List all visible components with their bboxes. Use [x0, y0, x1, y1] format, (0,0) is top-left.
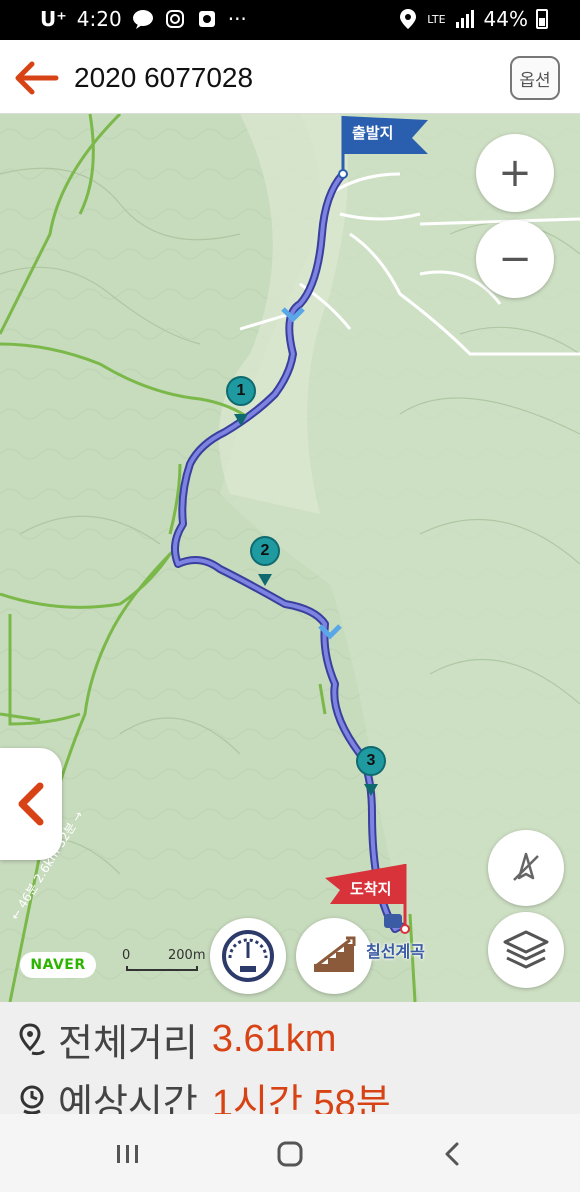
location-icon: [397, 8, 419, 30]
waypoint-marker[interactable]: 3: [356, 746, 386, 776]
clock: 4:20: [76, 7, 122, 31]
zoom-out-button[interactable]: −: [476, 220, 554, 298]
elevation-icon: [314, 936, 356, 972]
route-info-panel: 전체거리 3.61km 예상시간 1시간 58분: [0, 1002, 580, 1125]
route-pin-icon: [19, 1022, 46, 1055]
back-icon: [445, 1142, 459, 1166]
system-nav-bar: [0, 1114, 580, 1192]
elevation-button[interactable]: [296, 918, 372, 994]
recent-apps-icon: [117, 1145, 138, 1163]
app-header: 2020 6077028 옵션: [0, 40, 580, 114]
home-button[interactable]: [270, 1134, 310, 1174]
naver-logo: NAVER: [20, 952, 96, 978]
home-icon: [277, 1141, 303, 1167]
map-layers-button[interactable]: [488, 912, 564, 988]
compass-off-icon: [513, 852, 539, 881]
map-scale: 0 200m: [120, 948, 206, 974]
clock-icon: [20, 1085, 44, 1114]
network-type: LTE: [427, 12, 446, 26]
end-label: 도착지: [350, 880, 392, 898]
recent-apps-button[interactable]: [108, 1134, 148, 1174]
location-tracking-button[interactable]: [488, 830, 564, 906]
signal-icon: [454, 8, 476, 30]
app-icon: [196, 8, 218, 30]
waypoint-marker[interactable]: 2: [250, 536, 280, 566]
place-label: 칠선계곡: [366, 942, 425, 961]
distance-row: 전체거리 3.61km: [18, 1012, 336, 1067]
layers-icon: [503, 930, 549, 969]
battery-icon: [536, 9, 548, 29]
route-title: 2020 6077028: [74, 62, 254, 93]
pace-button[interactable]: [210, 918, 286, 994]
carrier-label: U⁺: [40, 7, 67, 31]
scale-distance: 200m: [168, 948, 206, 963]
zoom-in-button[interactable]: +: [476, 134, 554, 212]
back-arrow-icon[interactable]: [12, 58, 60, 98]
speedometer-icon: [222, 930, 274, 982]
instagram-icon: [164, 8, 186, 30]
scale-line: [126, 966, 198, 971]
waypoint-marker[interactable]: 1: [226, 376, 256, 406]
more-notifications-icon: ···: [227, 7, 247, 31]
system-back-button[interactable]: [432, 1134, 472, 1174]
options-button[interactable]: 옵션: [510, 56, 560, 100]
scale-zero: 0: [122, 948, 131, 963]
status-bar: U⁺ 4:20 ··· LTE 44%: [0, 0, 580, 40]
map-view[interactable]: 출발지 도착지 1 2 3 + − NAVER 0 200m 칠선계곡 ← 46…: [0, 114, 580, 1002]
battery-percent: 44%: [483, 7, 528, 31]
distance-label: 전체거리: [58, 1021, 198, 1065]
start-label: 출발지: [352, 124, 394, 142]
talk-icon: [132, 8, 154, 30]
distance-value: 3.61km: [211, 1018, 337, 1060]
